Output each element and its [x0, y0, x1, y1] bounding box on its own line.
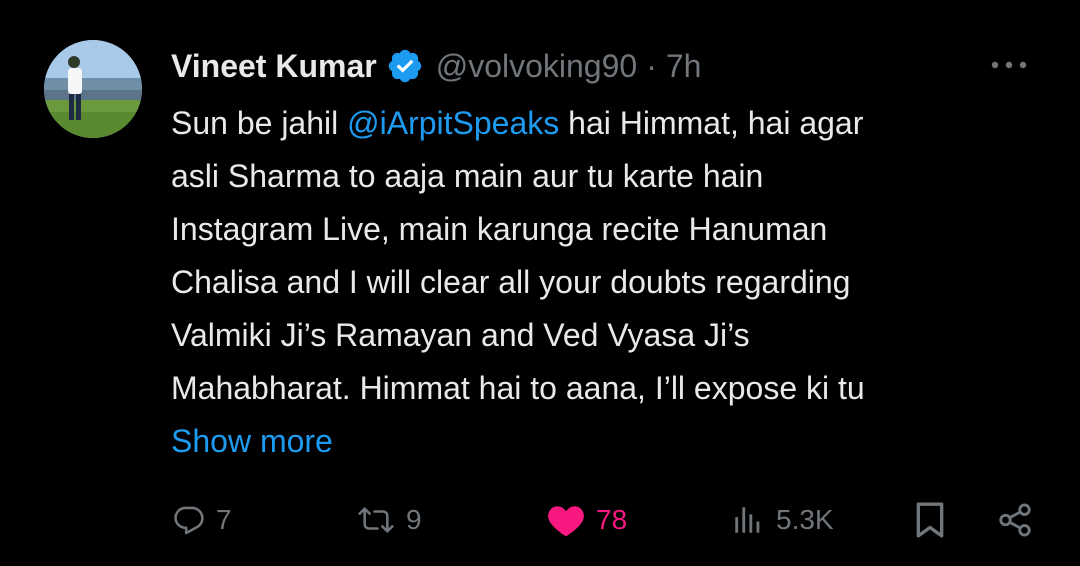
tweet-text-line: Sun be jahil @iArpitSpeaks hai Himmat, h…	[171, 97, 1051, 150]
tweet-text-line: Instagram Live, main karunga recite Hanu…	[171, 211, 828, 247]
verified-badge-icon[interactable]	[386, 47, 424, 85]
heart-icon	[548, 506, 584, 537]
bookmark-icon	[916, 502, 944, 538]
avatar[interactable]	[44, 40, 142, 138]
reply-count: 7	[216, 504, 232, 535]
retweet-icon	[358, 507, 394, 533]
separator-dot: ·	[646, 47, 657, 84]
tweet-text-segment: Sun be jahil	[171, 105, 348, 141]
views-icon	[735, 507, 760, 533]
handle[interactable]: @volvoking90	[436, 48, 637, 85]
retweet-count: 9	[406, 504, 422, 535]
views-count: 5.3K	[776, 504, 834, 535]
share-icon	[999, 503, 1031, 537]
tweet-text: Sun be jahil @iArpitSpeaks hai Himmat, h…	[171, 97, 1051, 468]
views-button[interactable]: 5.3K	[730, 498, 834, 542]
tweet-header: Vineet Kumar @volvoking90 · 7h	[171, 42, 701, 90]
more-horizontal-icon	[991, 61, 1027, 69]
display-name[interactable]: Vineet Kumar	[171, 48, 377, 85]
bookmark-button[interactable]	[912, 498, 948, 542]
show-more-link[interactable]: Show more	[171, 423, 333, 459]
tweet-text-segment: hai Himmat, hai agar	[559, 105, 864, 141]
tweet-text-line: asli Sharma to aaja main aur tu karte ha…	[171, 158, 764, 194]
tweet-text-line: Chalisa and I will clear all your doubts…	[171, 264, 851, 300]
reply-button[interactable]: 7	[172, 498, 232, 542]
retweet-button[interactable]: 9	[356, 498, 422, 542]
reply-icon	[174, 506, 204, 535]
tweet-text-line: Valmiki Ji’s Ramayan and Ved Vyasa Ji’s	[171, 317, 750, 353]
profile-photo-icon	[44, 40, 142, 138]
action-bar: 7 9 78 5.3K	[0, 490, 1080, 550]
timestamp[interactable]: 7h	[666, 48, 702, 85]
share-button[interactable]	[996, 498, 1034, 542]
more-options-button[interactable]	[984, 50, 1034, 80]
like-count: 78	[596, 504, 628, 535]
mention-link[interactable]: @iArpitSpeaks	[347, 105, 559, 141]
tweet-text-line: Mahabharat. Himmat hai to aana, I’ll exp…	[171, 370, 865, 406]
tweet[interactable]: Vineet Kumar @volvoking90 · 7h Sun be ja…	[0, 0, 1080, 566]
like-button[interactable]: 78	[546, 498, 627, 542]
